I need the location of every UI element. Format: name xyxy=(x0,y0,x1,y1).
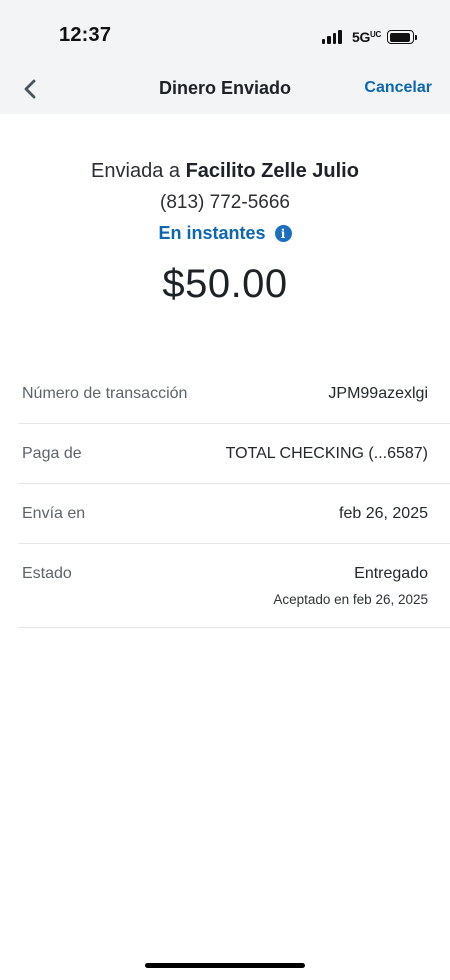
detail-label: Paga de xyxy=(22,445,82,462)
delivery-speed[interactable]: En instantes i xyxy=(158,223,292,244)
detail-value: JPM99azexlgi xyxy=(328,385,428,402)
status-value: Entregado xyxy=(354,565,428,582)
recipient-phone: (813) 772-5666 xyxy=(160,192,290,213)
network-type: 5G xyxy=(351,29,371,45)
status-time: 12:37 xyxy=(59,24,112,46)
recipient-line: Enviada a Facilito Zelle Julio xyxy=(0,160,450,183)
detail-label: Estado xyxy=(22,565,72,582)
cellular-signal-icon xyxy=(321,30,344,44)
transaction-details: Número de transacción JPM99azexlgi Paga … xyxy=(18,364,450,628)
detail-label: Número de transacción xyxy=(22,385,188,402)
screen: 12:37 5GUC Dinero Enviado Cancelar Envia… xyxy=(0,0,450,980)
info-icon[interactable]: i xyxy=(274,225,292,242)
detail-row-transaction-number: Número de transacción JPM99azexlgi xyxy=(18,364,450,424)
detail-row-send-date: Envía en feb 26, 2025 xyxy=(18,484,450,544)
network-indicator: 5GUC xyxy=(352,29,381,45)
detail-row-pay-from: Paga de TOTAL CHECKING (...6587) xyxy=(18,424,450,484)
cancel-button[interactable]: Cancelar xyxy=(364,79,432,97)
delivery-speed-label: En instantes xyxy=(158,223,266,243)
navigation-bar: Dinero Enviado Cancelar xyxy=(0,68,450,114)
network-suffix: UC xyxy=(370,30,381,39)
detail-label: Envía en xyxy=(22,505,86,522)
sent-to-label: Enviada a xyxy=(91,160,181,182)
detail-row-status: Estado Entregado Aceptado en feb 26, 202… xyxy=(18,544,450,628)
recipient-name: Facilito Zelle Julio xyxy=(185,160,359,182)
transfer-summary: Enviada a Facilito Zelle Julio (813) 772… xyxy=(0,160,450,307)
status-bar: 12:37 5GUC xyxy=(0,0,450,68)
transfer-amount: $50.00 xyxy=(162,262,288,306)
home-indicator[interactable] xyxy=(145,963,305,968)
battery-icon xyxy=(387,30,417,44)
detail-value: TOTAL CHECKING (...6587) xyxy=(225,445,428,462)
status-icons: 5GUC xyxy=(321,27,417,47)
status-accepted-date: Aceptado en feb 26, 2025 xyxy=(273,592,428,607)
detail-value: feb 26, 2025 xyxy=(339,505,428,522)
